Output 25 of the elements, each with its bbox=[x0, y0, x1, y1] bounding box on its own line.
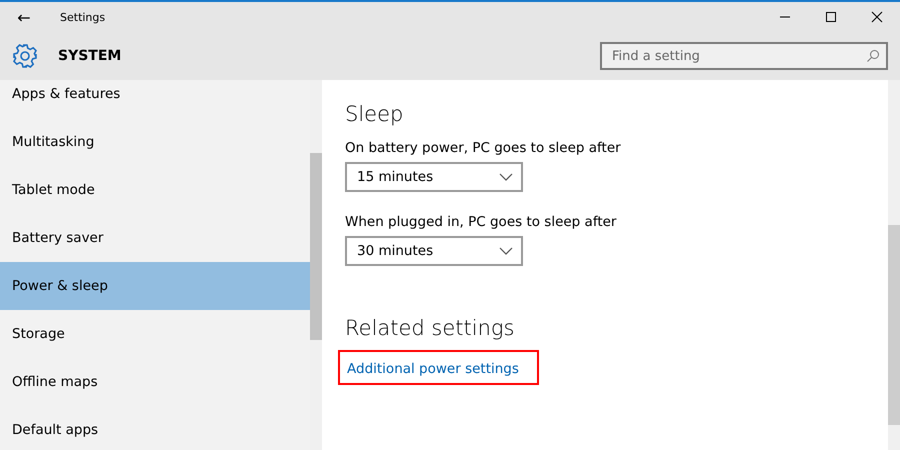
setting-label: On battery power, PC goes to sleep after bbox=[345, 140, 622, 156]
search-field[interactable]: Find a setting bbox=[600, 42, 888, 70]
sidebar-item[interactable]: Power & sleep bbox=[0, 262, 310, 310]
window-title: Settings bbox=[60, 10, 106, 24]
sidebar-item[interactable]: Offline maps bbox=[0, 358, 310, 406]
section-heading: Related settings bbox=[345, 316, 516, 340]
chevron-icon bbox=[499, 247, 513, 255]
sidebar-item[interactable]: Tablet mode bbox=[0, 166, 310, 214]
dropdown[interactable]: 15 minutes bbox=[345, 162, 523, 192]
section-heading: Sleep bbox=[345, 102, 404, 126]
scrollbar-thumb[interactable] bbox=[888, 225, 900, 425]
scrollbar-thumb[interactable] bbox=[310, 153, 322, 340]
section-title: SYSTEM bbox=[58, 48, 122, 64]
settings-icon bbox=[12, 43, 38, 69]
setting-label: When plugged in, PC goes to sleep after bbox=[345, 214, 618, 230]
sidebar-item[interactable]: Multitasking bbox=[0, 118, 310, 166]
dropdown[interactable]: 30 minutes bbox=[345, 236, 523, 266]
additional-power-settings-link[interactable]: Additional power settings bbox=[347, 361, 519, 377]
chevron-icon bbox=[499, 173, 513, 181]
sidebar-item[interactable]: Default apps bbox=[0, 406, 310, 450]
sidebar-item[interactable]: Storage bbox=[0, 310, 310, 358]
sidebar-item[interactable]: Battery saver bbox=[0, 214, 310, 262]
search-icon[interactable] bbox=[866, 49, 880, 63]
back-button[interactable]: ← bbox=[0, 8, 48, 26]
sidebar-item[interactable]: Apps & features bbox=[0, 70, 310, 118]
